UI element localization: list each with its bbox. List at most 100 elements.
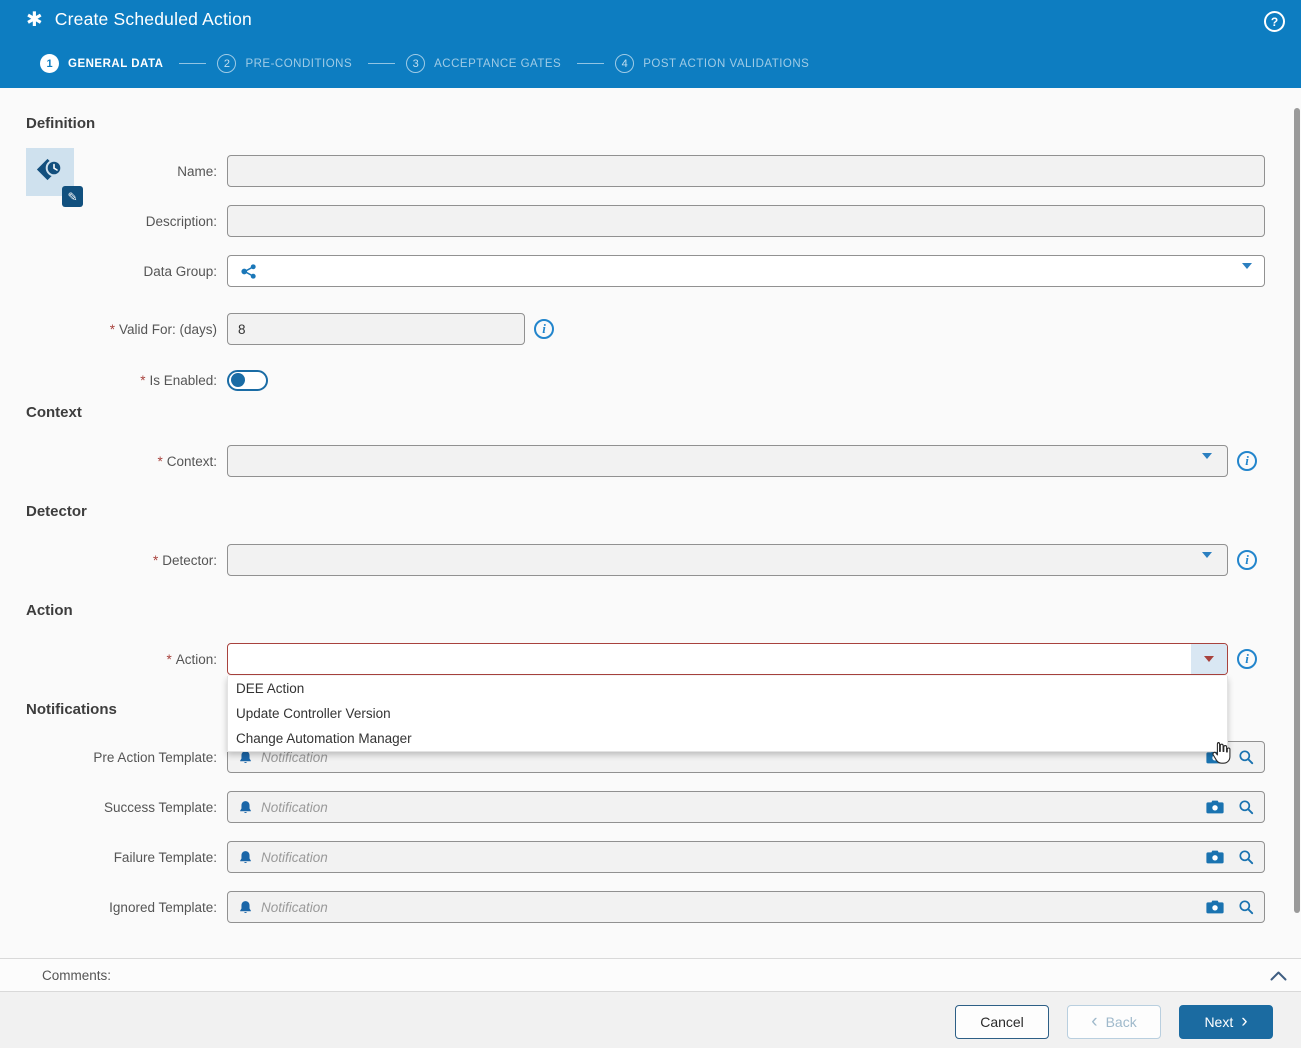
description-row: Description:: [26, 205, 1265, 237]
page-title: Create Scheduled Action: [54, 9, 252, 29]
detector-label: * Detector:: [152, 552, 217, 568]
required-marker: *: [166, 651, 172, 667]
step-label: GENERAL DATA: [68, 57, 164, 70]
camera-icon[interactable]: [1206, 800, 1224, 814]
step-post-action-validations[interactable]: 4 POST ACTION VALIDATIONS: [615, 54, 809, 73]
name-label: Name:: [177, 163, 217, 179]
search-icon[interactable]: [1238, 849, 1254, 865]
edit-icon[interactable]: ✎: [62, 186, 83, 207]
chevron-down-icon[interactable]: [1202, 453, 1212, 477]
info-icon[interactable]: i: [534, 319, 554, 339]
step-number: 4: [615, 54, 635, 73]
step-general-data[interactable]: 1 GENERAL DATA: [40, 54, 163, 73]
comments-bar[interactable]: Comments:: [0, 958, 1301, 992]
context-select[interactable]: [227, 445, 1228, 477]
chevron-up-icon[interactable]: [1270, 971, 1287, 981]
chevron-down-icon[interactable]: [1191, 644, 1227, 674]
step-label: ACCEPTANCE GATES: [434, 57, 562, 70]
action-label: * Action:: [166, 651, 217, 667]
step-connector: [577, 63, 605, 64]
placeholder-text: Notification: [261, 849, 328, 865]
step-connector: [179, 63, 207, 64]
failure-template-label: Failure Template:: [113, 849, 217, 865]
action-select[interactable]: [227, 643, 1228, 675]
failure-template-row: Failure Template: Notification: [26, 841, 1265, 873]
chevron-right-icon: ›: [1241, 1010, 1248, 1032]
cancel-button[interactable]: Cancel: [955, 1005, 1049, 1039]
ignored-template-row: Ignored Template: Notification: [26, 891, 1265, 923]
info-icon[interactable]: i: [1237, 649, 1257, 669]
ignored-template-label: Ignored Template:: [109, 899, 217, 915]
context-label: * Context:: [157, 453, 217, 469]
footer: Cancel ‹ Back Next ›: [0, 992, 1301, 1048]
name-row: Name:: [26, 155, 1265, 187]
camera-icon[interactable]: [1206, 750, 1224, 764]
description-field-wrap: [227, 205, 1265, 237]
data-group-select[interactable]: [227, 255, 1265, 287]
description-label: Description:: [145, 213, 217, 229]
form-body: Definition ✎ Name: Description: Data Gro…: [0, 88, 1301, 1048]
chevron-left-icon: ‹: [1091, 1010, 1098, 1032]
valid-for-label: * Valid For: (days): [109, 321, 217, 337]
camera-icon[interactable]: [1206, 850, 1224, 864]
bell-icon: [238, 900, 253, 915]
search-icon[interactable]: [1238, 799, 1254, 815]
search-icon[interactable]: [1238, 749, 1254, 765]
bell-icon: [238, 800, 253, 815]
step-pre-conditions[interactable]: 2 PRE-CONDITIONS: [217, 54, 352, 73]
description-input[interactable]: [228, 206, 1264, 236]
next-button[interactable]: Next ›: [1179, 1005, 1273, 1039]
scheduled-action-icon: ✱: [26, 8, 43, 31]
success-template-field[interactable]: Notification: [227, 791, 1265, 823]
info-icon[interactable]: i: [1237, 451, 1257, 471]
step-connector: [368, 63, 396, 64]
dropdown-option-update-controller-version[interactable]: Update Controller Version: [228, 701, 1227, 726]
pre-action-template-label: Pre Action Template:: [93, 749, 217, 765]
info-icon[interactable]: i: [1237, 550, 1257, 570]
titlebar: ✱ Create Scheduled Action: [26, 9, 252, 30]
valid-for-field-wrap: [227, 313, 525, 345]
toggle-knob: [231, 373, 245, 387]
detector-select[interactable]: [227, 544, 1228, 576]
context-row: * Context: i: [26, 445, 1257, 477]
data-group-row: Data Group:: [26, 255, 1265, 287]
next-label: Next: [1204, 1014, 1234, 1030]
ignored-template-field[interactable]: Notification: [227, 891, 1265, 923]
action-dropdown-panel: DEE Action Update Controller Version Cha…: [227, 676, 1228, 752]
required-marker: *: [157, 453, 163, 469]
vertical-scrollbar[interactable]: [1294, 108, 1300, 913]
is-enabled-toggle[interactable]: [227, 369, 268, 391]
dialog-header: ✱ Create Scheduled Action ? 1 GENERAL DA…: [0, 0, 1301, 88]
required-marker: *: [140, 372, 146, 388]
back-label: Back: [1105, 1014, 1137, 1030]
success-template-row: Success Template: Notification: [26, 791, 1265, 823]
dropdown-option-change-automation-manager[interactable]: Change Automation Manager: [228, 726, 1227, 751]
is-enabled-label: * Is Enabled:: [140, 372, 217, 388]
failure-template-field[interactable]: Notification: [227, 841, 1265, 873]
chevron-down-icon[interactable]: [1202, 552, 1212, 576]
placeholder-text: Notification: [261, 899, 328, 915]
required-marker: *: [109, 321, 115, 337]
section-action: Action: [26, 602, 73, 619]
valid-for-input[interactable]: [228, 314, 524, 344]
action-row: * Action: i: [26, 643, 1257, 675]
section-notifications: Notifications: [26, 701, 117, 718]
is-enabled-row: * Is Enabled:: [26, 368, 268, 392]
name-input[interactable]: [228, 156, 1264, 186]
step-acceptance-gates[interactable]: 3 ACCEPTANCE GATES: [406, 54, 561, 73]
name-field-wrap: [227, 155, 1265, 187]
share-icon: [240, 263, 257, 280]
step-number: 3: [406, 54, 426, 73]
wizard-steps: 1 GENERAL DATA 2 PRE-CONDITIONS 3 ACCEPT…: [40, 54, 809, 73]
dropdown-option-dee-action[interactable]: DEE Action: [228, 676, 1227, 701]
data-group-label: Data Group:: [143, 263, 217, 279]
chevron-down-icon[interactable]: [1242, 263, 1252, 287]
search-icon[interactable]: [1238, 899, 1254, 915]
camera-icon[interactable]: [1206, 900, 1224, 914]
section-definition: Definition: [26, 115, 96, 132]
back-button[interactable]: ‹ Back: [1067, 1005, 1161, 1039]
help-icon[interactable]: ?: [1264, 11, 1285, 32]
success-template-label: Success Template:: [103, 799, 217, 815]
step-label: POST ACTION VALIDATIONS: [643, 57, 810, 70]
placeholder-text: Notification: [261, 799, 328, 815]
